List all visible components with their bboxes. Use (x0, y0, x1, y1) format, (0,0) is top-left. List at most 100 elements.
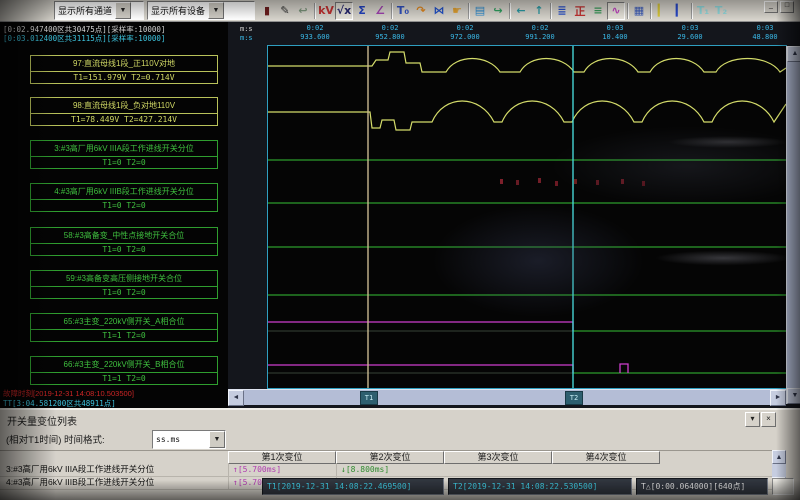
time-format-value: ss.ms (153, 435, 209, 444)
device-filter-combo[interactable]: 显示所有设备 ▼ (147, 1, 255, 20)
align-channels-icon[interactable]: ≡ (589, 2, 607, 20)
pan-left-icon[interactable]: ← (512, 2, 530, 20)
digital-66-high (268, 365, 573, 373)
channel-cursor-values: T1=0 T2=0 (31, 157, 217, 169)
toolbar-separator (650, 3, 651, 19)
channel-box[interactable]: 97:直流母线1段_正110V对地T1=151.979V T2=0.714V (30, 55, 218, 84)
toolbar-group: kV√xΣ∠ (317, 2, 389, 20)
t1-cursor-icon[interactable]: T₁ (694, 2, 712, 20)
scroll-up-icon[interactable]: ▲ (787, 46, 800, 62)
close-icon[interactable]: × (761, 412, 776, 427)
scroll-down-icon[interactable]: ▼ (787, 388, 800, 404)
status-t1-time: T1[2019-12-31 14:08:22.469500] (262, 478, 444, 495)
channel-list-icon[interactable]: ≣ (553, 2, 571, 20)
device-filter-value: 显示所有设备 (148, 4, 208, 17)
status-t2-time: T2[2019-12-31 14:08:22.530500] (448, 478, 632, 495)
chevron-down-icon[interactable]: ▼ (208, 2, 224, 19)
pin-icon[interactable]: ▾ (745, 412, 760, 427)
polarity-icon[interactable]: 正 (571, 2, 589, 20)
toolbar-separator (550, 3, 551, 19)
hand-pointer-icon[interactable]: ☛ (448, 2, 466, 20)
pen-tool-icon[interactable]: ✎ (276, 2, 294, 20)
channel-box[interactable]: 58:#3高备变_中性点接地开关合位T1=0 T2=0 (30, 227, 218, 256)
pulse-view-icon[interactable]: ∿ (607, 2, 625, 20)
window-controls: _ □ (764, 1, 794, 13)
t2-cursor-icon[interactable]: T₂ (712, 2, 730, 20)
scroll-up-icon[interactable]: ▲ (772, 450, 786, 464)
wave-analysis-window: 显示所有通道 ▼ 显示所有设备 ▼ ▮✎↩ kV√xΣ∠ T₀↷⋈☛ ▤↪ ←↑ ≣正≡∿… (0, 0, 800, 500)
channel-cursor-values: T1=1 T2=0 (31, 373, 217, 385)
sqrt-value-icon[interactable]: √x (335, 2, 353, 20)
channel-label: 58:#3高备变_中性点接地开关合位 (31, 228, 217, 244)
waveform-plot[interactable] (268, 46, 786, 388)
t2-cursor-marker[interactable]: T2 (565, 391, 583, 405)
maximize-button[interactable]: □ (780, 1, 794, 13)
t0-time-icon[interactable]: T₀ (394, 2, 412, 20)
channel-label: 59:#3高备变高压侧接地开关合位 (31, 271, 217, 287)
toolbar-separator (627, 3, 628, 19)
channel-box[interactable]: 59:#3高备变高压侧接地开关合位T1=0 T2=0 (30, 270, 218, 299)
minimize-button[interactable]: _ (764, 1, 778, 13)
row-change-cell: ↑[5.700ms] (228, 463, 336, 476)
wave-arrow-icon[interactable]: ↪ (489, 2, 507, 20)
kv-unit-icon[interactable]: kV (317, 2, 335, 20)
grid-view-icon[interactable]: ▦ (630, 2, 648, 20)
undo-arrow-icon[interactable]: ↩ (294, 2, 312, 20)
analog-wave-98 (268, 101, 786, 130)
table-row[interactable]: 3:#3高厂用6kV IIIA段工作进线开关分位 ↑[5.700ms]↓[8.80… (0, 463, 772, 477)
channel-box[interactable]: 65:#3主变_220kV侧开关_A相合位T1=1 T2=0 (30, 313, 218, 342)
channel-cursor-values: T1=1 T2=0 (31, 330, 217, 342)
timeline-tick-label: 0:0329.600 (660, 24, 720, 42)
toolbar-group: ▤↪ (471, 2, 507, 20)
horizontal-scrollbar[interactable]: ◄ ► T1 T2 (228, 389, 786, 405)
t1-cursor-marker[interactable]: T1 (360, 391, 378, 405)
toolbar-separator (691, 3, 692, 19)
status-blank-box (772, 478, 794, 495)
toolbar-group: T₁T₂ (694, 2, 730, 20)
channel-box[interactable]: 3:#3高厂用6kV IIIA段工作进线开关分位T1=0 T2=0 (30, 140, 218, 169)
fault-band-icon[interactable]: ⋈ (430, 2, 448, 20)
toolbar-separator (314, 3, 315, 19)
chevron-down-icon[interactable]: ▼ (115, 2, 131, 19)
toolbar-group: ←↑ (512, 2, 548, 20)
channel-box[interactable]: 98:直流母线1段_负对地110VT1=78.449V T2=427.214V (30, 97, 218, 126)
channel-cursor-values: T1=0 T2=0 (31, 287, 217, 299)
table-header-row: 第1次变位第2次变位第3次变位第4次变位 (0, 450, 772, 464)
phase-angle-icon[interactable]: ∠ (371, 2, 389, 20)
channel-cursor-values: T1=78.449V T2=427.214V (31, 114, 217, 126)
pan-up-icon[interactable]: ↑ (530, 2, 548, 20)
channel-box[interactable]: 4:#3高厂用6kV IIIB段工作进线开关分位T1=0 T2=0 (30, 183, 218, 212)
toolbar-group: ≣正≡∿ (553, 2, 625, 20)
marker-tool-icon[interactable]: ▮ (258, 2, 276, 20)
row-channel-name: 4:#3高厂用6kV IIIB段工作进线开关分位 (6, 476, 154, 489)
sum-icon[interactable]: Σ (353, 2, 371, 20)
toolbar-group: T₀↷⋈☛ (394, 2, 466, 20)
jump-arrow-icon[interactable]: ↷ (412, 2, 430, 20)
timeline-tick-label: 0:0310.400 (585, 24, 645, 42)
toolbar-group: ▮✎↩ (258, 2, 312, 20)
yellow-cursor-icon[interactable]: ▎ (653, 2, 671, 20)
timebase-icon[interactable]: ▤ (471, 2, 489, 20)
scroll-right-icon[interactable]: ► (770, 390, 786, 406)
channel-label: 66:#3主变_220kV侧开关_B相合位 (31, 357, 217, 373)
toolbar-separator (468, 3, 469, 19)
vertical-scrollbar[interactable]: ▲ ▼ (786, 46, 800, 404)
row-change-cell: ↓[8.800ms] (336, 463, 444, 476)
channel-filter-value: 显示所有通道 (55, 4, 115, 17)
channel-label: 65:#3主变_220kV侧开关_A相合位 (31, 314, 217, 330)
toolbar-separator (391, 3, 392, 19)
timeline-tick-label: 0:02991.200 (510, 24, 570, 42)
scroll-left-icon[interactable]: ◄ (228, 390, 244, 406)
channel-box[interactable]: 66:#3主变_220kV侧开关_B相合位T1=1 T2=0 (30, 356, 218, 385)
channel-filter-combo[interactable]: 显示所有通道 ▼ (54, 1, 144, 20)
timeline-tick-label: 0:02972.000 (435, 24, 495, 42)
channel-label: 4:#3高厂用6kV IIIB段工作进线开关分位 (31, 184, 217, 200)
channel-label: 98:直流母线1段_负对地110V (31, 98, 217, 114)
panel-title: 开关量变位列表 (7, 413, 77, 428)
toolbar: 显示所有通道 ▼ 显示所有设备 ▼ ▮✎↩ kV√xΣ∠ T₀↷⋈☛ ▤↪ ←↑ ≣正≡∿… (0, 0, 800, 22)
row-channel-name: 3:#3高厂用6kV IIIA段工作进线开关分位 (6, 463, 154, 476)
chevron-down-icon[interactable]: ▼ (209, 431, 225, 448)
blue-cursor-icon[interactable]: ▎ (671, 2, 689, 20)
channel-cursor-values: T1=151.979V T2=0.714V (31, 72, 217, 84)
time-format-combo[interactable]: ss.ms ▼ (152, 430, 226, 449)
